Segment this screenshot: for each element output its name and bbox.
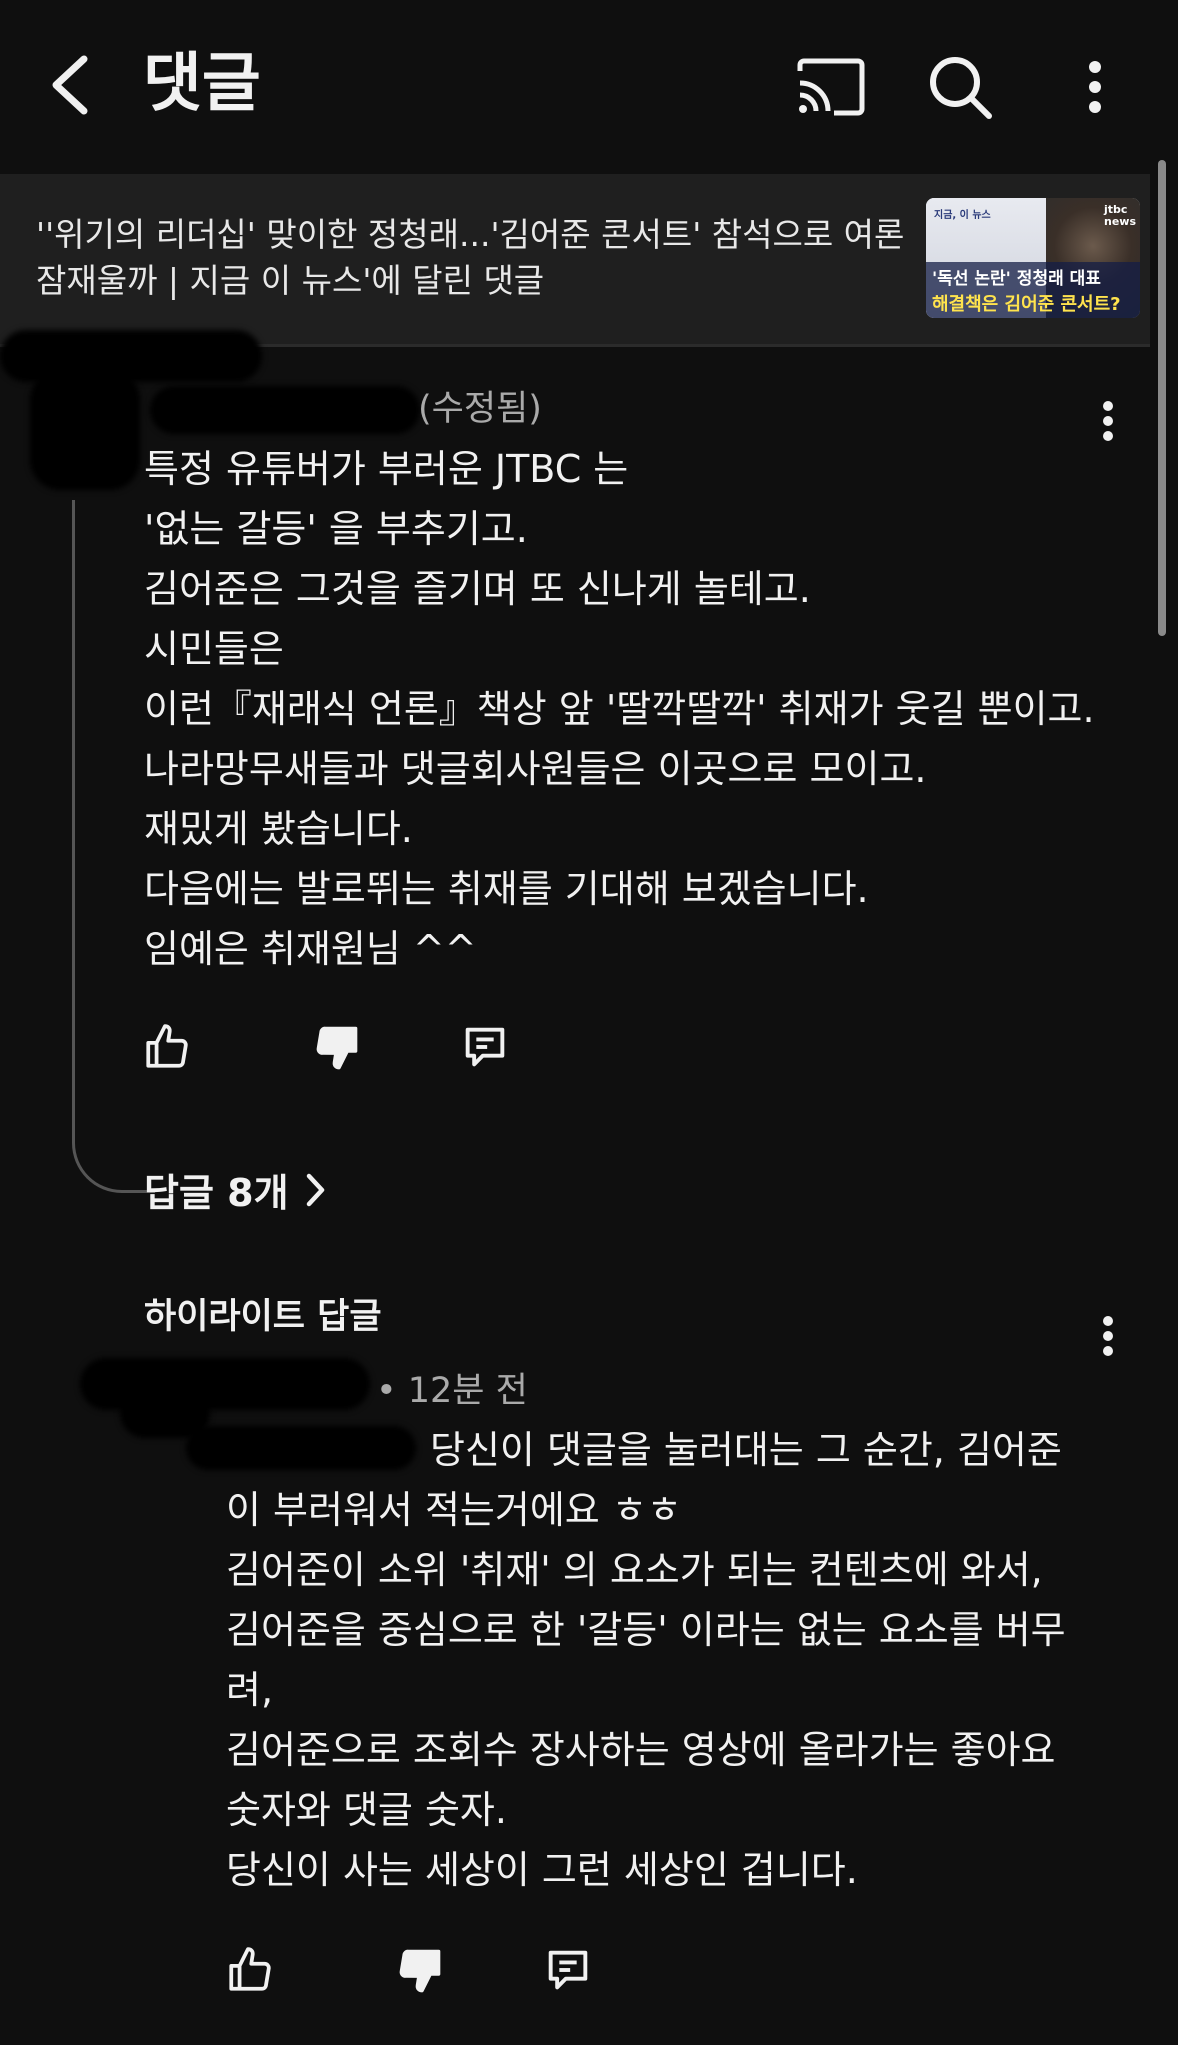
reply-reply-button[interactable] <box>538 1940 598 2000</box>
thumbs-down-icon <box>316 1026 358 1070</box>
avatar[interactable] <box>30 370 140 490</box>
reply-text: 당신이 댓글을 눌러대는 그 순간, 김어준 이 부러워서 적는거에요 ㅎㅎ 김… <box>226 1428 1066 1892</box>
comment-icon <box>465 1027 505 1067</box>
back-button[interactable] <box>40 50 100 120</box>
scrollbar[interactable] <box>1158 160 1166 636</box>
comment-edited-label: (수정됨) <box>418 389 542 429</box>
cast-button[interactable] <box>790 52 870 122</box>
chevron-left-icon <box>52 55 88 115</box>
thumbnail-caption-line2: 해결책은 김어준 콘서트? <box>932 294 1121 315</box>
search-icon <box>930 57 992 119</box>
reply-button[interactable] <box>455 1017 515 1077</box>
comment-text: 특정 유튜버가 부러운 JTBC 는 '없는 갈등' 을 부추기고. 김어준은 … <box>144 447 1095 971</box>
more-vertical-icon <box>1103 401 1113 441</box>
chevron-right-icon <box>306 1173 324 1206</box>
more-options-button[interactable] <box>1060 50 1130 124</box>
thumbs-up-icon <box>229 1947 271 1991</box>
dislike-button[interactable] <box>307 1017 367 1077</box>
redaction-mark <box>0 330 262 382</box>
thread-connector <box>72 500 155 1193</box>
view-replies-button[interactable]: 답글 8개 <box>144 1162 327 1217</box>
page-title: 댓글 <box>143 47 261 121</box>
comment-icon <box>548 1950 588 1990</box>
video-thumbnail[interactable]: 지금, 이 뉴스 jtbc news '독선 논란' 정청래 대표 해결책은 김… <box>926 198 1140 318</box>
reply-more-button[interactable] <box>1088 1306 1128 1366</box>
more-vertical-icon <box>1103 1316 1113 1356</box>
like-button[interactable] <box>137 1017 197 1077</box>
thumbs-up-icon <box>146 1024 188 1068</box>
highlighted-reply-label: 하이라이트 답글 <box>144 1297 382 1337</box>
thumbnail-tag: 지금, 이 뉴스 <box>934 210 991 221</box>
thumbs-down-icon <box>399 1949 441 1993</box>
reply-timestamp: • 12분 전 <box>376 1371 528 1411</box>
thumbnail-caption-line1: '독선 논란' 정청래 대표 <box>932 269 1101 289</box>
more-vertical-icon <box>1089 61 1101 113</box>
thumbnail-brand: jtbc news <box>1104 203 1137 228</box>
cast-icon <box>797 58 865 116</box>
replies-count-label: 답글 8개 <box>144 1171 289 1215</box>
redaction-mark <box>150 386 420 434</box>
video-title: ''위기의 리더십' 맞이한 정청래...'김어준 콘서트' 참석으로 여론 잠… <box>36 215 905 300</box>
reply-like-button[interactable] <box>220 1940 280 2000</box>
search-button[interactable] <box>920 50 1000 124</box>
reply-dislike-button[interactable] <box>390 1940 450 2000</box>
